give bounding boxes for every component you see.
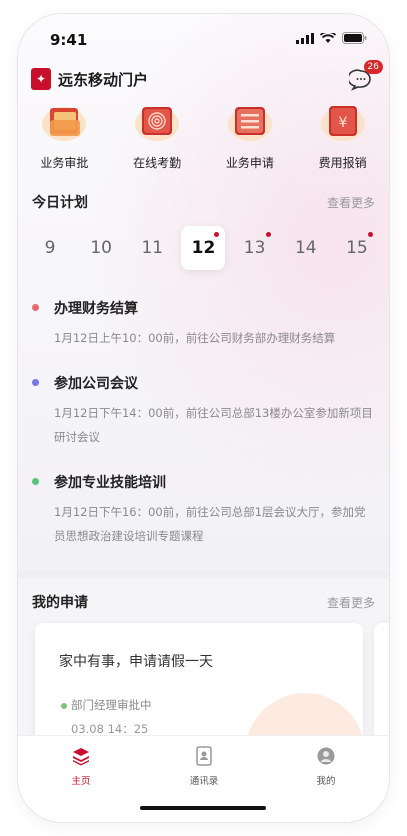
- status-bar: 9:41: [18, 14, 389, 58]
- my-applications-title: 我的申请: [32, 595, 88, 611]
- date-item[interactable]: 9: [28, 226, 72, 270]
- plan-status-dot: [32, 304, 39, 311]
- bottom-tab-bar: 主页 通讯录 我的: [18, 735, 389, 822]
- phone-screen: 9:41 ✦ 远东移动门户 26 业务审批 在线考勤 业务申请 ¥ 费用报销 今…: [18, 14, 389, 822]
- today-plan-more-link[interactable]: 查看更多: [327, 194, 375, 211]
- quick-action-label: 业务审批: [40, 156, 89, 170]
- form-list-icon: [227, 102, 273, 142]
- plan-item[interactable]: 参加专业技能培训 1月12日下午16：00前，前往公司总部1层会议大厅，参加党员…: [32, 472, 375, 562]
- event-dot: [214, 232, 220, 237]
- plan-description: 1月12日上午10：00前，前往公司财务部办理财务结算: [54, 331, 336, 345]
- application-status: 部门经理审批中: [61, 697, 152, 713]
- tab-label: 主页: [71, 776, 91, 787]
- signal-icon: [296, 32, 314, 44]
- app-header: ✦ 远东移动门户 26: [18, 60, 389, 94]
- quick-action-label: 业务申请: [225, 156, 274, 170]
- wifi-icon: [320, 32, 336, 43]
- date-item[interactable]: 10: [79, 226, 123, 270]
- message-button[interactable]: 26: [347, 60, 383, 94]
- plan-status-dot: [32, 379, 39, 386]
- plan-item[interactable]: 办理财务结算 1月12日上午10：00前，前往公司财务部办理财务结算: [32, 298, 375, 358]
- my-applications-more-link[interactable]: 查看更多: [327, 594, 375, 611]
- quick-action-attendance[interactable]: 在线考勤: [117, 102, 197, 182]
- svg-text:¥: ¥: [338, 115, 347, 131]
- tab-label: 我的: [316, 776, 336, 787]
- plan-title: 办理财务结算: [54, 301, 138, 317]
- section-divider: [18, 570, 389, 578]
- battery-icon: [342, 32, 367, 44]
- today-plan-header: 今日计划 查看更多: [32, 192, 375, 214]
- quick-action-approval[interactable]: 业务审批: [24, 102, 104, 182]
- plan-title: 参加公司会议: [54, 376, 138, 392]
- plan-item[interactable]: 参加公司会议 1月12日下午14：00前，前往公司总部13楼办公室参加新项目研讨…: [32, 373, 375, 463]
- plan-status-dot: [32, 478, 39, 485]
- plan-description: 1月12日下午14：00前，前往公司总部13楼办公室参加新项目研讨会议: [54, 406, 373, 444]
- plan-description: 1月12日下午16：00前，前往公司总部1层会议大厅，参加党员思想政治建设培训专…: [54, 505, 366, 543]
- tab-home[interactable]: 主页: [46, 746, 116, 787]
- home-indicator: [140, 806, 266, 810]
- yen-receipt-icon: ¥: [320, 102, 366, 142]
- my-applications-header: 我的申请 查看更多: [32, 592, 375, 614]
- message-count-badge: 26: [363, 60, 383, 74]
- status-dot: [61, 702, 67, 709]
- quick-action-reimbursement[interactable]: ¥ 费用报销: [303, 102, 383, 182]
- event-dot: [367, 232, 373, 237]
- fingerprint-icon: [134, 102, 180, 142]
- profile-icon: [317, 747, 335, 765]
- tab-contacts[interactable]: 通讯录: [169, 746, 239, 787]
- app-title: 远东移动门户: [58, 71, 149, 89]
- date-strip: 9 10 11 12 13 14 15: [28, 226, 379, 272]
- folder-icon: [41, 102, 87, 142]
- application-title: 家中有事，申请请假一天: [59, 654, 213, 670]
- date-item[interactable]: 15: [335, 226, 379, 270]
- quick-actions: 业务审批 在线考勤 业务申请 ¥ 费用报销: [18, 102, 389, 182]
- date-item[interactable]: 13: [233, 226, 277, 270]
- today-plan-title: 今日计划: [32, 195, 88, 211]
- quick-action-label: 在线考勤: [133, 156, 182, 170]
- home-stack-icon: [73, 748, 89, 766]
- date-item[interactable]: 11: [130, 226, 174, 270]
- app-logo-icon: ✦: [31, 68, 51, 90]
- quick-action-application[interactable]: 业务申请: [210, 102, 290, 182]
- plan-title: 参加专业技能培训: [54, 475, 166, 491]
- status-time: 9:41: [50, 31, 88, 49]
- contacts-book-icon: [196, 746, 212, 766]
- tab-profile[interactable]: 我的: [291, 746, 361, 787]
- date-item-selected[interactable]: 12: [181, 226, 226, 270]
- date-item[interactable]: 14: [284, 226, 328, 270]
- status-icons: [296, 32, 367, 44]
- tab-label: 通讯录: [189, 776, 219, 787]
- event-dot: [265, 232, 271, 237]
- quick-action-label: 费用报销: [318, 156, 367, 170]
